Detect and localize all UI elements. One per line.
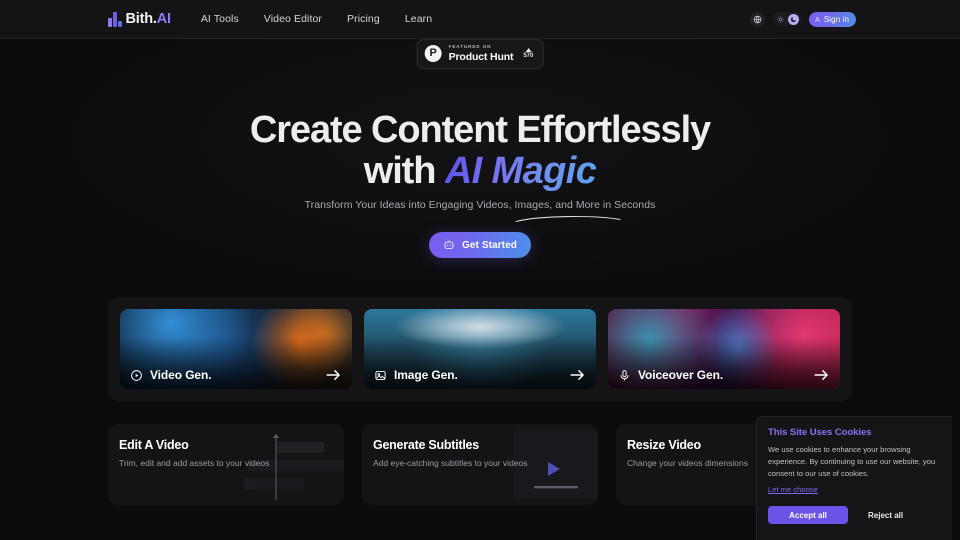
microphone-icon — [620, 369, 629, 380]
generate-subtitles-title: Generate Subtitles — [373, 438, 479, 452]
edit-a-video-desc: Trim, edit and add assets to your videos — [119, 458, 270, 468]
page-title: Create Content Effortlessly with AI Magi… — [0, 109, 960, 223]
image-gen-label: Image Gen. — [394, 368, 458, 382]
hero-subtitle: Transform Your Ideas into Engaging Video… — [304, 199, 656, 211]
top-navigation-bar: Bith.AI AI Tools Video Editor Pricing Le… — [0, 0, 960, 39]
bar-logo-icon — [108, 11, 122, 27]
brand-name-main: Bith. — [125, 11, 157, 27]
headline-line-1: Create Content Effortlessly — [249, 109, 711, 151]
generate-subtitles-card[interactable]: Generate Subtitles Add eye-catching subt… — [362, 424, 598, 505]
voiceover-gen-label: Voiceover Gen. — [638, 368, 724, 382]
sign-in-label: Sign in — [823, 14, 849, 24]
headline-line-2: with AI Magic — [363, 150, 621, 223]
image-gen-card[interactable]: Image Gen. — [364, 309, 596, 389]
headline-prefix: with — [363, 150, 445, 193]
edit-a-video-title: Edit A Video — [119, 438, 189, 452]
brand-name-accent: AI — [156, 11, 171, 27]
accept-all-button[interactable]: Accept all — [768, 506, 848, 525]
brand-logo-text: Bith.AI — [125, 11, 172, 27]
sun-icon[interactable] — [775, 14, 786, 25]
cookie-banner-actions: Accept all Reject all — [768, 506, 941, 525]
get-started-button[interactable]: Get Started — [429, 232, 531, 258]
product-hunt-badge[interactable]: P FEATURED ON Product Hunt 570 — [416, 39, 544, 69]
upvote-caret-icon — [525, 48, 532, 53]
reject-all-button[interactable]: Reject all — [858, 511, 913, 520]
nav-link-ai-tools[interactable]: AI Tools — [201, 13, 239, 25]
cookie-consent-banner: This Site Uses Cookies We use cookies to… — [756, 416, 952, 540]
generator-cards-container: Video Gen. Image Gen. Voiceover Gen. — [108, 297, 852, 401]
product-hunt-votes: 570 — [523, 48, 533, 59]
nav-links: AI Tools Video Editor Pricing Learn — [201, 13, 432, 25]
moon-icon[interactable] — [787, 13, 799, 25]
nav-link-learn[interactable]: Learn — [405, 13, 432, 25]
get-started-label: Get Started — [461, 239, 517, 251]
resize-video-title: Resize Video — [627, 438, 701, 452]
image-icon — [375, 370, 386, 380]
resize-video-desc: Change your videos dimensions — [627, 458, 748, 468]
product-hunt-logo-icon: P — [424, 45, 442, 63]
arrow-right-icon[interactable] — [569, 368, 586, 382]
feature-cards-row: Edit A Video Trim, edit and add assets t… — [108, 424, 852, 505]
product-hunt-featured-label: FEATURED ON — [448, 44, 492, 49]
voiceover-gen-card[interactable]: Voiceover Gen. — [608, 309, 840, 389]
nav-link-video-editor[interactable]: Video Editor — [264, 13, 322, 25]
cookie-banner-title: This Site Uses Cookies — [768, 427, 872, 438]
globe-icon[interactable] — [749, 11, 765, 27]
let-me-choose-link[interactable]: Let me choose — [768, 485, 818, 494]
play-circle-icon — [131, 369, 142, 381]
user-icon — [814, 16, 820, 22]
video-gen-card[interactable]: Video Gen. — [120, 309, 352, 389]
theme-toggle[interactable] — [772, 12, 801, 26]
robot-icon — [444, 240, 454, 249]
underline-swoosh-icon — [515, 215, 621, 223]
edit-a-video-card[interactable]: Edit A Video Trim, edit and add assets t… — [108, 424, 344, 505]
headline-accent: AI Magic — [444, 150, 597, 193]
landing-page: Bith.AI AI Tools Video Editor Pricing Le… — [0, 0, 960, 540]
product-hunt-vote-count: 570 — [523, 53, 534, 60]
video-gen-label: Video Gen. — [150, 368, 212, 382]
generate-subtitles-desc: Add eye-catching subtitles to your video… — [373, 458, 528, 468]
product-hunt-name: Product Hunt — [448, 51, 514, 64]
brand-logo[interactable]: Bith.AI — [108, 11, 171, 27]
nav-right-controls: Sign in — [749, 11, 856, 27]
nav-link-pricing[interactable]: Pricing — [347, 13, 380, 25]
sign-in-button[interactable]: Sign in — [808, 11, 856, 27]
arrow-right-icon[interactable] — [325, 368, 342, 382]
arrow-right-icon[interactable] — [813, 368, 830, 382]
